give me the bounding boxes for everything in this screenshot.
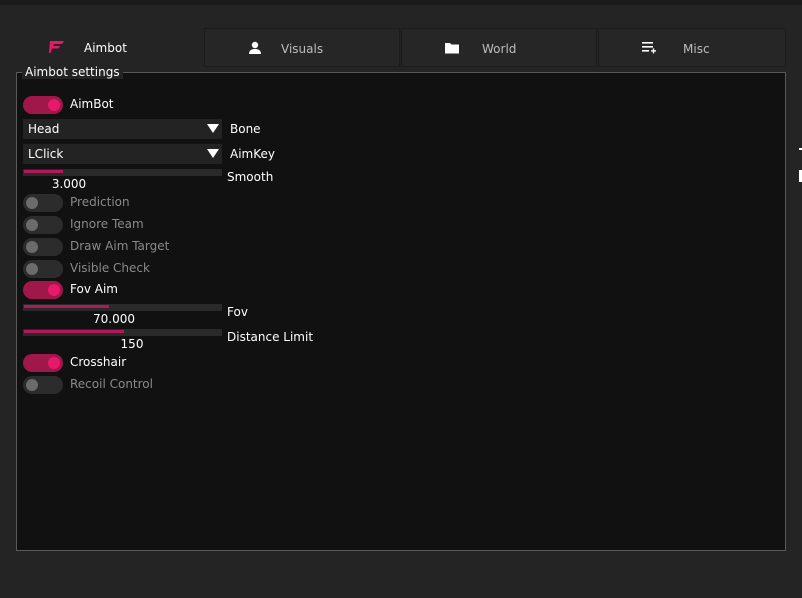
bone-select[interactable]: Head: [23, 119, 222, 139]
aimkey-label: AimKey: [230, 147, 275, 161]
toggle-knob: [26, 241, 38, 253]
aimbot-icon: [49, 40, 65, 54]
tab-aimbot[interactable]: Aimbot: [16, 28, 203, 67]
toggle-knob: [26, 263, 38, 275]
visible-check-label: Visible Check: [70, 261, 150, 275]
slider-fill: [24, 305, 109, 308]
fov-aim-label: Fov Aim: [70, 282, 118, 296]
aimkey-select-value: LClick: [28, 147, 64, 161]
slider-fill: [24, 170, 63, 173]
folder-icon: [444, 41, 460, 55]
fov-value: 70.000: [93, 312, 135, 326]
smooth-label: Smooth: [227, 170, 274, 184]
tab-visuals[interactable]: Visuals: [204, 28, 400, 67]
toggle-knob: [48, 99, 60, 111]
toggle-knob: [26, 379, 38, 391]
group-title: Aimbot settings: [22, 65, 123, 79]
distance-limit-value: 150: [120, 337, 144, 351]
aimbot-label: AimBot: [70, 97, 114, 111]
chevron-down-icon[interactable]: [207, 149, 219, 158]
smooth-value: 3.000: [51, 177, 87, 191]
tab-label: Aimbot: [84, 41, 127, 55]
visible-check-toggle[interactable]: [23, 260, 63, 278]
draw-aim-target-toggle[interactable]: [23, 238, 63, 256]
tab-label: World: [482, 42, 517, 56]
person-icon: [247, 41, 263, 55]
chevron-down-icon[interactable]: [207, 124, 219, 133]
draw-aim-target-label: Draw Aim Target: [70, 239, 170, 253]
toggle-knob: [26, 197, 38, 209]
playlist-add-icon: [641, 41, 657, 55]
toggle-knob: [48, 357, 60, 369]
bone-label: Bone: [230, 122, 261, 136]
aimbot-toggle[interactable]: [23, 96, 63, 114]
aimkey-select[interactable]: LClick: [23, 144, 222, 164]
ignore-team-toggle[interactable]: [23, 216, 63, 234]
tab-misc[interactable]: Misc: [598, 28, 786, 67]
fov-aim-toggle[interactable]: [23, 281, 63, 299]
fov-slider[interactable]: [23, 304, 222, 311]
smooth-slider[interactable]: [23, 169, 222, 176]
toggle-knob: [48, 284, 60, 296]
prediction-label: Prediction: [70, 195, 130, 209]
recoil-control-label: Recoil Control: [70, 377, 153, 391]
ignore-team-label: Ignore Team: [70, 217, 144, 231]
window-top-edge: [0, 0, 802, 5]
slider-fill: [24, 330, 124, 333]
distance-limit-label: Distance Limit: [227, 330, 314, 344]
tab-label: Misc: [683, 42, 710, 56]
recoil-control-toggle[interactable]: [23, 376, 63, 394]
bone-select-value: Head: [28, 122, 60, 136]
fov-label: Fov: [227, 305, 248, 319]
toggle-knob: [26, 219, 38, 231]
tab-world[interactable]: World: [401, 28, 597, 67]
tab-label: Visuals: [281, 42, 324, 56]
prediction-toggle[interactable]: [23, 194, 63, 212]
crosshair-toggle[interactable]: [23, 354, 63, 372]
distance-limit-slider[interactable]: [23, 329, 222, 336]
crosshair-label: Crosshair: [70, 355, 127, 369]
